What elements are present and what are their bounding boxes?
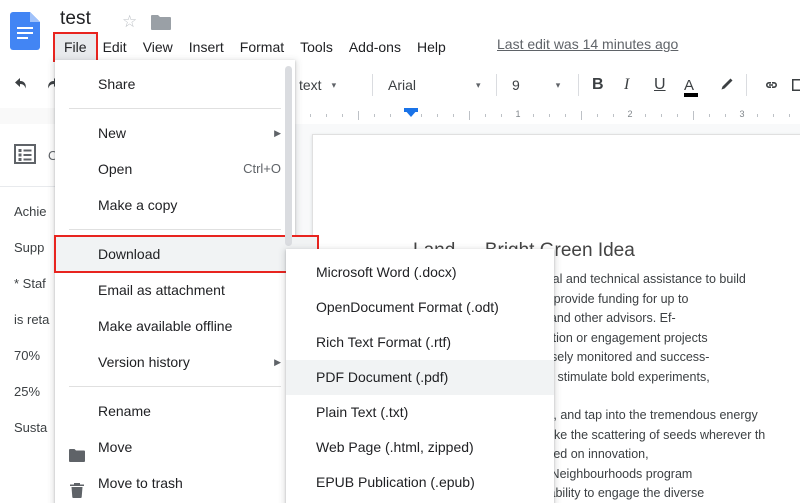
- menu-item-label: Open: [98, 161, 132, 177]
- insert-image-icon[interactable]: [790, 72, 800, 98]
- toolbar-divider: [746, 74, 747, 96]
- chevron-down-icon: ▾: [556, 80, 561, 91]
- menu-item-download[interactable]: Download ▶: [55, 236, 318, 272]
- ruler-track: 1 1 2 3: [290, 108, 800, 124]
- underline-button[interactable]: U: [654, 72, 666, 98]
- chevron-down-icon: ▾: [476, 80, 481, 91]
- submenu-item-docx[interactable]: Microsoft Word (.docx): [286, 255, 554, 290]
- submenu-item-html[interactable]: Web Page (.html, zipped): [286, 430, 554, 465]
- menu-item-label: Download: [98, 246, 160, 262]
- menu-item-shortcut: Ctrl+O: [243, 151, 281, 187]
- menu-scrollbar[interactable]: [285, 66, 292, 246]
- download-submenu: Microsoft Word (.docx) OpenDocument Form…: [286, 249, 554, 503]
- google-docs-window: test ☆ File Edit View Insert Format Tool…: [0, 0, 800, 503]
- submenu-item-txt[interactable]: Plain Text (.txt): [286, 395, 554, 430]
- file-menu-dropdown: Share New ▶ Open Ctrl+O Make a copy Down…: [55, 60, 295, 503]
- chevron-right-icon: ▶: [274, 115, 281, 151]
- menu-divider: [69, 386, 281, 387]
- chevron-down-icon: ▾: [332, 80, 337, 91]
- title-bar: test ☆ File Edit View Insert Format Tool…: [0, 0, 800, 62]
- menu-addons[interactable]: Add-ons: [341, 35, 409, 59]
- star-outline-icon[interactable]: ☆: [122, 12, 137, 32]
- docs-file-icon[interactable]: [10, 12, 40, 50]
- submenu-item-odt[interactable]: OpenDocument Format (.odt): [286, 290, 554, 325]
- font-family-value: Arial: [388, 77, 416, 93]
- menu-item-label: Move to trash: [98, 475, 183, 491]
- folder-icon: [69, 439, 85, 455]
- submenu-item-rtf[interactable]: Rich Text Format (.rtf): [286, 325, 554, 360]
- menu-edit[interactable]: Edit: [95, 35, 135, 59]
- ruler-number: 1: [512, 109, 524, 119]
- submenu-item-pdf[interactable]: PDF Document (.pdf): [286, 360, 554, 395]
- menu-item-rename[interactable]: Rename: [55, 393, 295, 429]
- font-size-dropdown[interactable]: 9 ▾: [512, 72, 560, 98]
- toolbar-divider: [372, 74, 373, 96]
- ruler-number: 3: [736, 109, 748, 119]
- menu-item-open[interactable]: Open Ctrl+O: [55, 151, 295, 187]
- menu-item-make-a-copy[interactable]: Make a copy: [55, 187, 295, 223]
- ruler-number: 2: [624, 109, 636, 119]
- menu-item-label: Email as attachment: [98, 282, 225, 298]
- menu-item-move[interactable]: Move: [55, 429, 295, 465]
- menu-item-version-history[interactable]: Version history ▶: [55, 344, 295, 380]
- menu-item-move-to-trash[interactable]: Move to trash: [55, 465, 295, 501]
- highlight-pen-icon[interactable]: [716, 72, 736, 98]
- bold-button[interactable]: B: [592, 72, 604, 98]
- text-color-swatch: [684, 93, 698, 97]
- menu-insert[interactable]: Insert: [181, 35, 232, 59]
- font-size-value: 9: [512, 77, 520, 93]
- menu-item-label: Make a copy: [98, 197, 177, 213]
- undo-icon[interactable]: [12, 72, 32, 98]
- menu-item-label: Move: [98, 439, 132, 455]
- menu-file[interactable]: File: [56, 35, 95, 59]
- move-to-folder-icon[interactable]: [150, 13, 172, 36]
- menu-format[interactable]: Format: [232, 35, 292, 59]
- menu-divider: [69, 229, 281, 230]
- toolbar-divider: [578, 74, 579, 96]
- menu-help[interactable]: Help: [409, 35, 454, 59]
- menu-item-share[interactable]: Share: [55, 66, 295, 102]
- font-family-dropdown[interactable]: Arial ▾: [388, 72, 481, 98]
- menu-item-label: Make available offline: [98, 318, 232, 334]
- submenu-item-epub[interactable]: EPUB Publication (.epub): [286, 465, 554, 500]
- chevron-right-icon: ▶: [274, 344, 281, 380]
- menu-bar: File Edit View Insert Format Tools Add-o…: [56, 35, 454, 59]
- document-outline-icon[interactable]: [13, 142, 37, 166]
- toolbar-divider: [496, 74, 497, 96]
- menu-view[interactable]: View: [135, 35, 181, 59]
- menu-item-label: New: [98, 125, 126, 141]
- last-edit-status[interactable]: Last edit was 14 minutes ago: [497, 36, 678, 52]
- document-title[interactable]: test: [60, 8, 91, 30]
- menu-item-make-available-offline[interactable]: Make available offline: [55, 308, 295, 344]
- menu-item-email-as-attachment[interactable]: Email as attachment: [55, 272, 295, 308]
- menu-item-new[interactable]: New ▶: [55, 115, 295, 151]
- menu-item-label: Version history: [98, 354, 190, 370]
- menu-tools[interactable]: Tools: [292, 35, 341, 59]
- link-icon[interactable]: [760, 72, 780, 98]
- indent-marker-bar[interactable]: [404, 108, 418, 112]
- menu-divider: [69, 108, 281, 109]
- trash-icon: [69, 475, 85, 491]
- menu-item-label: Rename: [98, 403, 151, 419]
- text-color-letter: A: [684, 77, 694, 94]
- menu-item-label: Share: [98, 76, 135, 92]
- text-color-button[interactable]: A: [684, 72, 694, 98]
- italic-button[interactable]: I: [624, 72, 629, 98]
